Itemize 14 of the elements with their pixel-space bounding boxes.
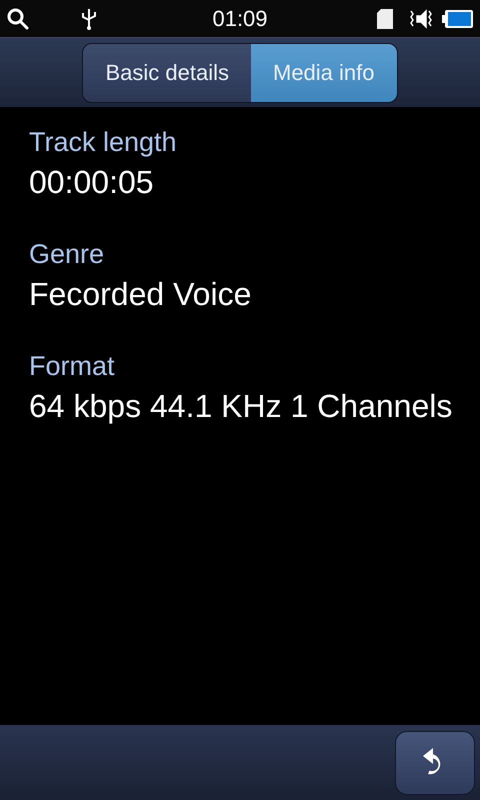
field-value: 64 kbps 44.1 KHz 1 Channels [29, 388, 452, 425]
field-label: Genre [29, 239, 104, 270]
search-icon[interactable] [6, 6, 30, 30]
field-label: Track length [29, 127, 177, 158]
usb-icon [80, 6, 98, 30]
vibrate-icon [408, 8, 434, 30]
field-label: Format [29, 351, 115, 382]
back-button[interactable] [395, 730, 475, 794]
memory-card-icon [376, 8, 394, 30]
tab[interactable]: Basic details [83, 44, 251, 102]
battery-icon [442, 8, 474, 30]
field-value: Fecorded Voice [29, 276, 252, 313]
field-value: 00:00:05 [29, 164, 154, 201]
clock-time: 01:09 [212, 6, 268, 32]
